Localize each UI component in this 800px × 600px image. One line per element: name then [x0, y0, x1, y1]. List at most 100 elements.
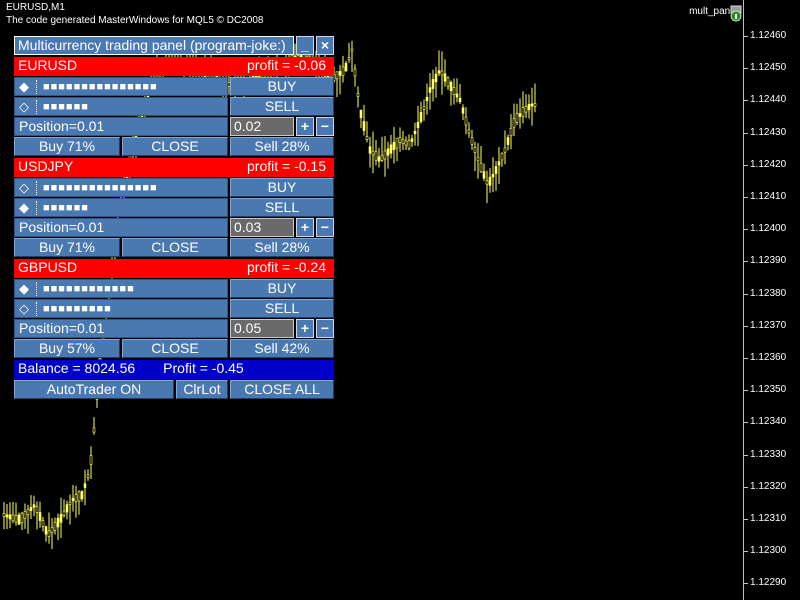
- lot-increase-button-eurusd[interactable]: +: [296, 117, 314, 136]
- buy-button-eurusd[interactable]: BUY: [230, 77, 334, 96]
- candle-body: [53, 521, 57, 531]
- candle-body: [398, 137, 402, 143]
- candle-body: [389, 144, 393, 154]
- mult-panel-indicator-icon[interactable]: [728, 4, 744, 22]
- autotrader-button[interactable]: AutoTrader ON: [14, 380, 174, 399]
- buy-volume-slider-gbpusd[interactable]: ◆ ■■■■■■■■■■■■: [14, 279, 228, 298]
- candle-body: [458, 97, 462, 103]
- close-all-button[interactable]: CLOSE ALL: [230, 380, 334, 399]
- price-axis-tick: [744, 422, 748, 424]
- price-axis-label: 1.12320: [750, 480, 787, 492]
- position-label-usdjpy: Position=0.01: [14, 218, 228, 237]
- candle-body: [374, 151, 378, 161]
- symbol-name: GBPUSD: [18, 259, 78, 275]
- candle-body: [11, 514, 15, 522]
- candle-body: [497, 161, 501, 166]
- sell-button-eurusd[interactable]: SELL: [230, 97, 334, 116]
- lot-increase-button-usdjpy[interactable]: +: [296, 218, 314, 237]
- candle-body: [86, 474, 90, 478]
- lot-decrease-button-usdjpy[interactable]: −: [316, 218, 334, 237]
- price-axis-tick: [744, 132, 748, 134]
- close-button-eurusd[interactable]: CLOSE: [122, 137, 228, 156]
- candle-body: [350, 48, 354, 52]
- buy-volume-slider-eurusd-level: ■■■■■■■■■■■■■■■: [43, 81, 158, 93]
- candle-body: [35, 506, 39, 513]
- candle-body: [380, 155, 384, 161]
- balance-value: Balance = 8024.56: [18, 360, 136, 376]
- sell-volume-slider-usdjpy[interactable]: ◆ ■■■■■■: [14, 198, 228, 217]
- clrlot-button[interactable]: ClrLot: [176, 380, 228, 399]
- price-axis-label: 1.12420: [750, 158, 787, 170]
- candle-body: [476, 156, 480, 162]
- close-button-usdjpy[interactable]: CLOSE: [122, 238, 228, 257]
- lot-increase-button-gbpusd[interactable]: +: [296, 319, 314, 338]
- panel-close-button[interactable]: ×: [316, 36, 334, 55]
- candle-body: [404, 140, 408, 146]
- lot-size-input-usdjpy[interactable]: 0.03: [230, 218, 294, 237]
- price-axis-tick: [744, 358, 748, 359]
- buy-button-gbpusd[interactable]: BUY: [230, 279, 334, 298]
- candle-body: [488, 176, 492, 186]
- buy-volume-slider-usdjpy[interactable]: ◇ ■■■■■■■■■■■■■■■: [14, 178, 228, 197]
- candle-body: [443, 73, 447, 82]
- sell-percent-button-usdjpy[interactable]: Sell 28%: [230, 238, 334, 257]
- candle-body: [65, 504, 69, 513]
- buy-volume-slider-usdjpy-marker-icon: ◇: [19, 180, 29, 195]
- price-axis-tick: [744, 390, 748, 392]
- candle-body: [530, 103, 534, 107]
- sell-percent-button-gbpusd[interactable]: Sell 42%: [230, 339, 334, 358]
- chart-symbol-label: EURUSD,M1: [6, 2, 65, 13]
- sell-volume-slider-gbpusd[interactable]: ◇ ■■■■■■■■■: [14, 299, 228, 318]
- buy-volume-slider-eurusd-marker-icon: ◆: [19, 79, 29, 94]
- candle-body: [74, 494, 78, 502]
- lot-size-input-gbpusd[interactable]: 0.05: [230, 319, 294, 338]
- price-axis-tick: [744, 100, 748, 102]
- candle-body: [44, 526, 48, 535]
- sell-volume-slider-gbpusd-level: ■■■■■■■■■: [43, 303, 112, 315]
- candle-body: [422, 106, 426, 110]
- candle-body: [467, 129, 471, 134]
- buy-percent-button-gbpusd[interactable]: Buy 57%: [14, 339, 120, 358]
- sell-button-gbpusd[interactable]: SELL: [230, 299, 334, 318]
- candle-body: [419, 112, 423, 122]
- buy-volume-slider-eurusd[interactable]: ◆ ■■■■■■■■■■■■■■■: [14, 77, 228, 96]
- candle-body: [26, 508, 30, 516]
- candle-body: [395, 137, 399, 149]
- lot-decrease-button-gbpusd[interactable]: −: [316, 319, 334, 338]
- sell-volume-slider-eurusd[interactable]: ◇ ■■■■■■: [14, 97, 228, 116]
- lot-decrease-button-eurusd[interactable]: −: [316, 117, 334, 136]
- minimize-button[interactable]: _: [296, 36, 314, 55]
- sell-volume-slider-eurusd-level: ■■■■■■: [43, 101, 89, 113]
- lot-size-input-eurusd[interactable]: 0.02: [230, 117, 294, 136]
- symbol-profit: profit = -0.06: [247, 57, 326, 73]
- candle-body: [353, 68, 357, 77]
- price-axis-tick: [744, 325, 748, 327]
- candle-body: [410, 138, 414, 142]
- candle-body: [8, 514, 12, 520]
- buy-percent-button-eurusd[interactable]: Buy 71%: [14, 137, 120, 156]
- sell-volume-slider-gbpusd-marker-icon: ◇: [19, 301, 29, 316]
- close-button-gbpusd[interactable]: CLOSE: [122, 339, 228, 358]
- sell-button-usdjpy[interactable]: SELL: [230, 198, 334, 217]
- candle-body: [62, 510, 66, 516]
- price-axis-tick: [744, 583, 748, 585]
- candle-body: [56, 517, 60, 528]
- buy-percent-button-usdjpy[interactable]: Buy 71%: [14, 238, 120, 257]
- candle-body: [386, 148, 390, 156]
- buy-volume-slider-usdjpy-level: ■■■■■■■■■■■■■■■: [43, 182, 158, 194]
- slider-divider: [36, 282, 38, 296]
- chart-credit-label: The code generated MasterWindows for MQL…: [6, 15, 264, 26]
- price-axis-label: 1.12430: [750, 126, 787, 138]
- symbol-header-eurusd: EURUSD profit = -0.06: [14, 57, 334, 76]
- panel-title[interactable]: Multicurrency trading panel (program-jok…: [14, 36, 294, 55]
- symbol-profit: profit = -0.15: [247, 158, 326, 174]
- price-axis-label: 1.12390: [750, 255, 787, 267]
- sell-percent-button-eurusd[interactable]: Sell 28%: [230, 137, 334, 156]
- candle-body: [425, 96, 429, 102]
- symbol-header-gbpusd: GBPUSD profit = -0.24: [14, 259, 334, 278]
- price-axis-tick: [744, 197, 748, 198]
- candle-body: [452, 86, 456, 96]
- candle-body: [485, 180, 489, 185]
- price-axis-label: 1.12400: [750, 223, 787, 235]
- buy-button-usdjpy[interactable]: BUY: [230, 178, 334, 197]
